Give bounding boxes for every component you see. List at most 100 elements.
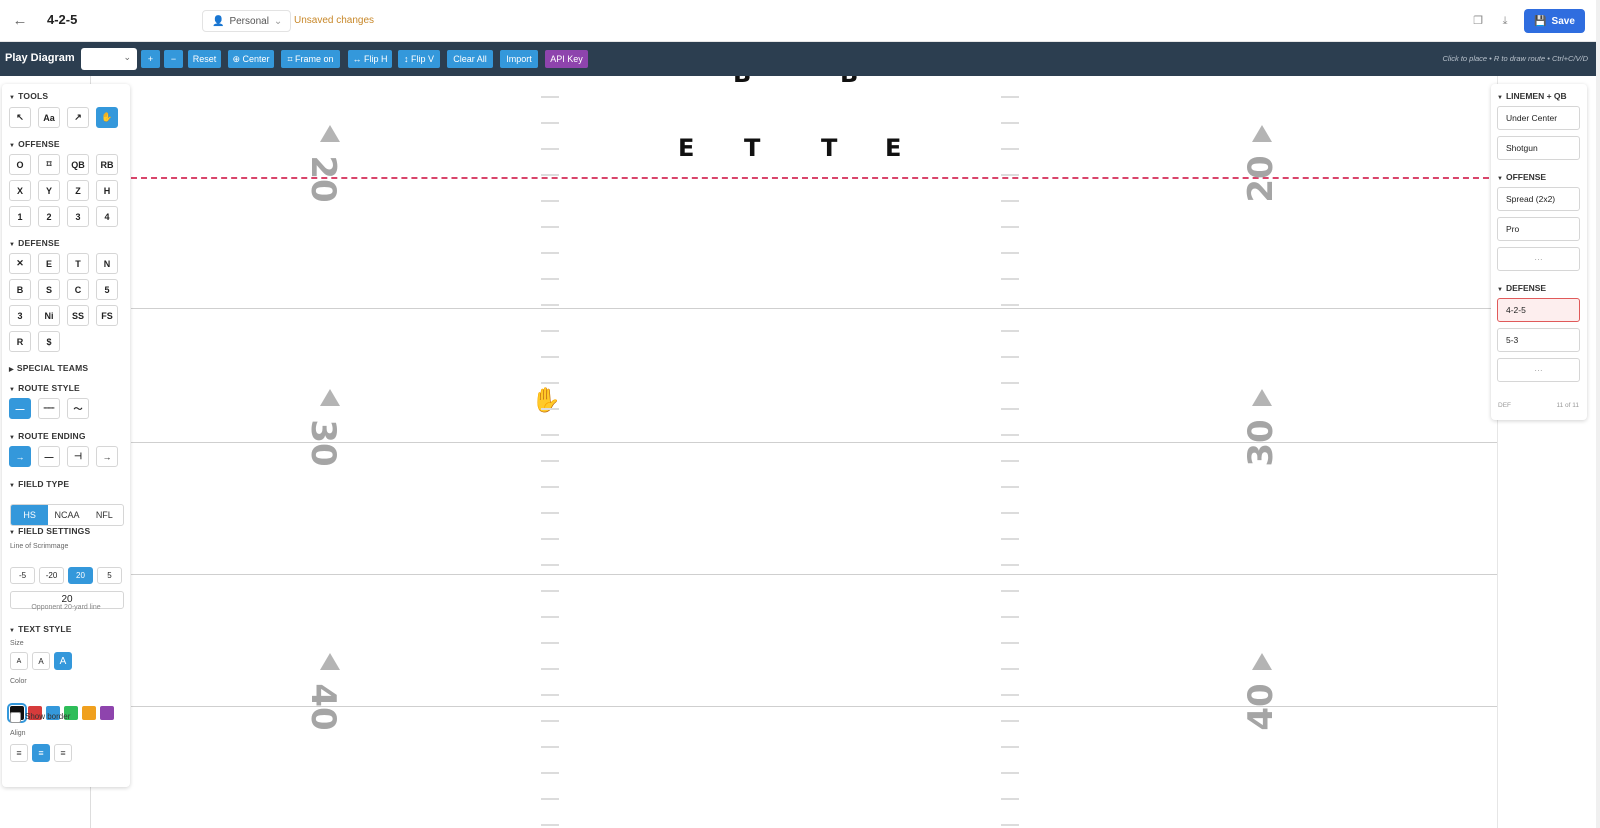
clear-all-button[interactable]: Clear All [447, 50, 493, 68]
defense-n-button[interactable]: N [96, 253, 118, 274]
ending-none-button[interactable]: — [38, 446, 60, 467]
defense-ss-button[interactable]: SS [67, 305, 89, 326]
defense-e-button[interactable]: E [38, 253, 60, 274]
folder-select[interactable]: 👤 Personal ⌄ [202, 10, 292, 32]
linemen-section-title[interactable]: ▼ LINEMEN + QB [1497, 91, 1567, 101]
formation-spread[interactable]: Spread (2x2) [1497, 187, 1580, 211]
field-type-nfl[interactable]: NFL [86, 505, 123, 525]
offense-section-title[interactable]: ▼ OFFENSE [9, 139, 60, 149]
download-icon[interactable]: ⤓ [1497, 13, 1513, 29]
formation-4-2-5[interactable]: 4-2-5 [1497, 298, 1580, 322]
align-right-button[interactable]: ≡ [54, 744, 72, 762]
formation-pro[interactable]: Pro [1497, 217, 1580, 241]
los-20-button[interactable]: 20 [68, 567, 93, 584]
select-tool-button[interactable]: ↖ [9, 107, 31, 128]
hash-mark [541, 590, 559, 592]
defense-c-button[interactable]: C [67, 279, 89, 300]
player-marker[interactable]: B [840, 76, 858, 88]
zoom-select[interactable]: ⌄ [81, 48, 137, 70]
offense-y-button[interactable]: Y [38, 180, 60, 201]
duplicate-icon[interactable]: ❐ [1470, 13, 1486, 29]
offense-center-button[interactable]: ⌑ [38, 154, 60, 175]
player-marker[interactable]: B [733, 76, 751, 88]
size-label: Size [10, 640, 24, 647]
offense-3-button[interactable]: 3 [67, 206, 89, 227]
offense-2-button[interactable]: 2 [38, 206, 60, 227]
center-button[interactable]: ⊕ Center [228, 50, 274, 68]
route-ending-section-title[interactable]: ▼ ROUTE ENDING [9, 431, 86, 441]
frame-toggle-button[interactable]: ⌗ Frame on [281, 50, 340, 68]
route-wavy-button[interactable]: 〜 [67, 398, 89, 419]
more-defense-button[interactable]: ··· [1497, 358, 1580, 382]
text-style-section-title[interactable]: ▼ TEXT STYLE [9, 624, 72, 634]
field-type-hs[interactable]: HS [11, 505, 49, 525]
flip-v-button[interactable]: ↕ Flip V [398, 50, 440, 68]
defense-x-button[interactable]: ✕ [9, 253, 31, 274]
offense-h-button[interactable]: H [96, 180, 118, 201]
defense-dollar-button[interactable]: $ [38, 331, 60, 352]
route-solid-button[interactable]: — [9, 398, 31, 419]
tools-section-title[interactable]: ▼ TOOLS [9, 91, 48, 101]
defense-3-button[interactable]: 3 [9, 305, 31, 326]
player-marker[interactable]: T [821, 134, 837, 162]
player-marker[interactable]: E [885, 134, 901, 162]
defense-s-button[interactable]: S [38, 279, 60, 300]
flip-h-button[interactable]: ↔ Flip H [348, 50, 392, 68]
defense-section-title[interactable]: ▼ DEFENSE [9, 238, 60, 248]
save-button[interactable]: 💾 Save [1524, 9, 1585, 33]
route-style-section-title[interactable]: ▼ ROUTE STYLE [9, 383, 80, 393]
zoom-in-button[interactable]: + [141, 50, 160, 68]
size-small-button[interactable]: A [10, 652, 28, 670]
offense-qb-button[interactable]: QB [67, 154, 89, 175]
defense-fs-button[interactable]: FS [96, 305, 118, 326]
defense-t-button[interactable]: T [67, 253, 89, 274]
defense-5-button[interactable]: 5 [96, 279, 118, 300]
field-type-section-title[interactable]: ▼ FIELD TYPE [9, 479, 69, 489]
more-offense-button[interactable]: ··· [1497, 247, 1580, 271]
hash-mark [1001, 278, 1019, 280]
los-5-button[interactable]: 5 [97, 567, 122, 584]
pan-tool-button[interactable]: ✋ [96, 107, 118, 128]
align-center-button[interactable]: ≡ [32, 744, 50, 762]
import-button[interactable]: Import [500, 50, 538, 68]
defense-ni-button[interactable]: Ni [38, 305, 60, 326]
player-marker[interactable]: T [744, 134, 760, 162]
ending-block-button[interactable]: ⊣ [67, 446, 89, 467]
defense-r-button[interactable]: R [9, 331, 31, 352]
zoom-out-button[interactable]: − [164, 50, 183, 68]
route-tool-button[interactable]: ↗ [67, 107, 89, 128]
defense-b-button[interactable]: B [9, 279, 31, 300]
ending-arrow-button[interactable]: → [9, 446, 31, 467]
offense-z-button[interactable]: Z [67, 180, 89, 201]
field-settings-section-title[interactable]: ▼ FIELD SETTINGS [9, 526, 90, 536]
defense-formations-title[interactable]: ▼ DEFENSE [1497, 283, 1546, 293]
reset-button[interactable]: Reset [188, 50, 221, 68]
player-marker[interactable]: E [678, 134, 694, 162]
color-swatch-orange[interactable] [82, 706, 96, 720]
football-field[interactable]: 20 20 30 30 40 40 B B E T T E ✋ [90, 76, 1498, 828]
api-key-button[interactable]: API Key [545, 50, 588, 68]
offense-rb-button[interactable]: RB [96, 154, 118, 175]
offense-x-button[interactable]: X [9, 180, 31, 201]
align-left-button[interactable]: ≡ [10, 744, 28, 762]
formation-5-3[interactable]: 5-3 [1497, 328, 1580, 352]
offense-1-button[interactable]: 1 [9, 206, 31, 227]
arrow-left-icon[interactable]: ← [10, 12, 30, 30]
formation-under-center[interactable]: Under Center [1497, 106, 1580, 130]
formation-shotgun[interactable]: Shotgun [1497, 136, 1580, 160]
text-tool-button[interactable]: Aa [38, 107, 60, 128]
size-large-button[interactable]: A [54, 652, 72, 670]
offense-formations-title[interactable]: ▼ OFFENSE [1497, 172, 1546, 182]
los-minus5-button[interactable]: -5 [10, 567, 35, 584]
los-minus20-button[interactable]: -20 [39, 567, 64, 584]
show-border-checkbox[interactable] [10, 712, 21, 723]
offense-o-button[interactable]: O [9, 154, 31, 175]
field-type-ncaa[interactable]: NCAA [48, 505, 85, 525]
special-teams-section-title[interactable]: ▶ SPECIAL TEAMS [9, 363, 88, 373]
page-scrollbar[interactable] [1596, 0, 1600, 828]
ending-dot-button[interactable]: → [96, 446, 118, 467]
route-dashed-button[interactable]: ┈┈ [38, 398, 60, 419]
color-swatch-purple[interactable] [100, 706, 114, 720]
offense-4-button[interactable]: 4 [96, 206, 118, 227]
size-medium-button[interactable]: A [32, 652, 50, 670]
